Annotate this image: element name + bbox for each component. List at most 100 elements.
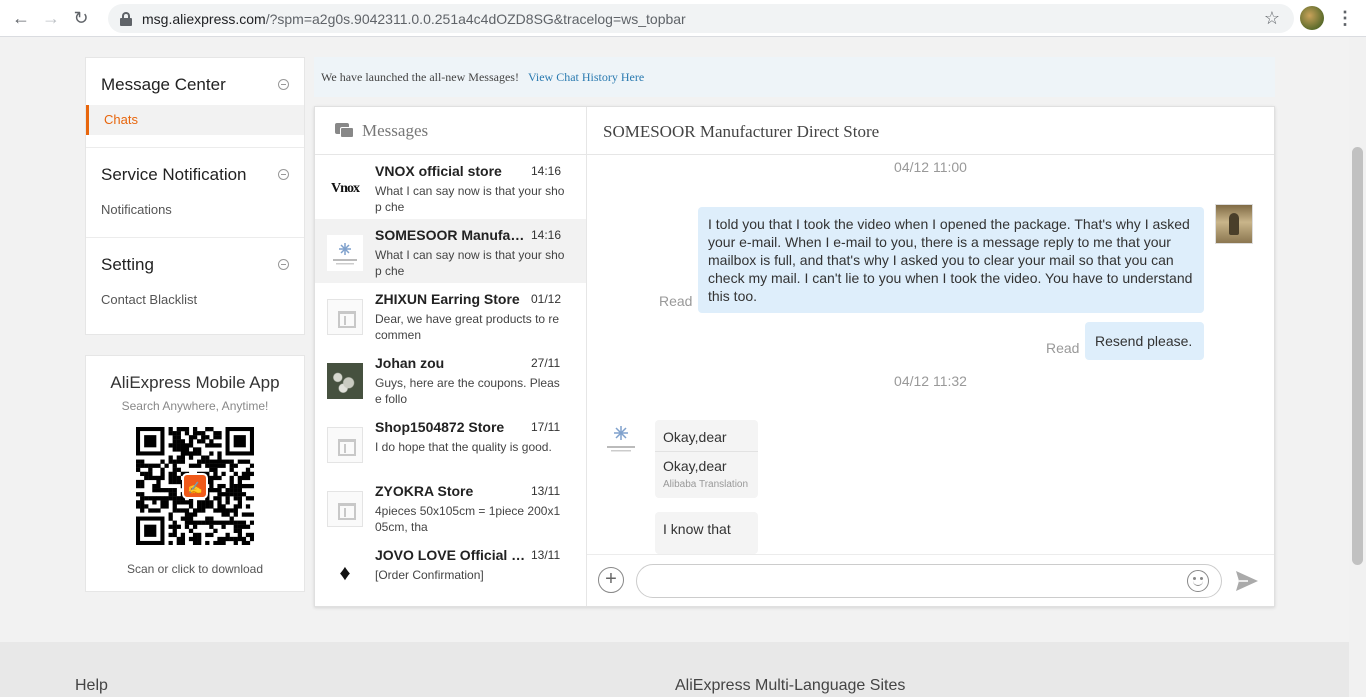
collapse-icon[interactable] [278, 259, 289, 270]
page-footer: Help AliExpress Multi-Language Sites [0, 642, 1349, 697]
address-bar[interactable]: msg.aliexpress.com/?spm=a2g0s.9042311.0.… [108, 4, 1294, 33]
vnox-logo-icon: Vnox [331, 181, 360, 196]
conversation-time: 01/12 [531, 292, 562, 306]
conversation-preview: What I can say now is that your shop che [375, 184, 565, 214]
conversation-name: ZYOKRA Store [375, 483, 474, 499]
conversation-item-jovo-love[interactable]: ♦ JOVO LOVE Official Store 13/11 [Order … [315, 539, 586, 603]
sidebar-section-title: Setting [101, 255, 154, 274]
somesoor-logo-graphic [327, 235, 363, 271]
somesoor-logo-icon [327, 235, 363, 271]
back-arrow-icon[interactable]: ← [6, 3, 36, 33]
conversation-name: Shop1504872 Store [375, 419, 505, 435]
conversation-list: Messages Vnox VNOX official store 14:16 … [315, 107, 587, 606]
conversation-item-zhixun[interactable]: ZHIXUN Earring Store 01/12 Dear, we have… [315, 283, 586, 347]
qr-code[interactable]: ✍ [136, 427, 254, 545]
sidebar-item-contact-blacklist[interactable]: Contact Blacklist [86, 285, 304, 315]
incoming-message[interactable]: Okay,dear Okay,dear Alibaba Translation [655, 420, 758, 498]
divider [655, 451, 758, 452]
message-text: I know that [663, 521, 731, 537]
conversation-time: 14:16 [531, 228, 562, 242]
app-promo-subtitle: Search Anywhere, Anytime! [121, 399, 269, 413]
conversation-item-zyokra[interactable]: ZYOKRA Store 13/11 4pieces 50x105cm = 1p… [315, 475, 586, 539]
conversation-name: JOVO LOVE Official Store [375, 547, 527, 563]
footer-help-heading: Help [75, 677, 108, 694]
chat-panel: Messages Vnox VNOX official store 14:16 … [314, 106, 1275, 607]
outgoing-message[interactable]: Resend please. [1085, 322, 1204, 360]
outgoing-message[interactable]: I told you that I took the video when I … [698, 207, 1204, 313]
message-composer: + [587, 554, 1274, 606]
conversation-preview: 4pieces 50x105cm = 1piece 200x105cm, tha [375, 504, 561, 534]
conversation-view: SOMESOOR Manufacturer Direct Store 04/12… [587, 107, 1274, 606]
conversation-preview: I do hope that the quality is good. [375, 440, 552, 454]
conversation-item-johan-zou[interactable]: Johan zou 27/11 Guys, here are the coupo… [315, 347, 586, 411]
conversation-preview: [Order Confirmation] [375, 568, 484, 582]
conversation-time: 17/11 [531, 420, 561, 434]
view-chat-history-link[interactable]: View Chat History Here [528, 70, 644, 85]
url-text: msg.aliexpress.com/?spm=a2g0s.9042311.0.… [142, 10, 686, 27]
store-icon [327, 299, 363, 335]
incoming-message[interactable]: I know that [655, 512, 758, 554]
sidebar-section-title: Service Notification [101, 165, 247, 184]
conversation-list-header: Messages [315, 107, 586, 155]
bookmark-star-icon[interactable]: ☆ [1264, 8, 1280, 29]
add-attachment-button[interactable]: + [598, 567, 624, 593]
message-timestamp: 04/12 11:32 [894, 373, 967, 389]
collapse-icon[interactable] [278, 79, 289, 90]
translation-label: Alibaba Translation [663, 479, 749, 490]
profile-avatar[interactable] [1300, 6, 1324, 30]
app-promo-title: AliExpress Mobile App [110, 373, 280, 392]
read-status: Read [1046, 340, 1080, 356]
sidebar-item-chats[interactable]: Chats [86, 105, 304, 135]
conversation-item-shop1504872[interactable]: Shop1504872 Store 17/11 I do hope that t… [315, 411, 586, 475]
sidebar-section-setting: Setting Contact Blacklist [86, 238, 304, 315]
conversation-preview: Dear, we have great products to recommen [375, 312, 560, 342]
sidebar-item-notifications[interactable]: Notifications [86, 195, 304, 225]
conversation-time: 27/11 [531, 356, 561, 370]
conversation-list-title: Messages [362, 120, 429, 140]
user-photo-avatar [327, 363, 363, 399]
banner-text: We have launched the all-new Messages! [321, 69, 519, 84]
message-timestamp: 04/12 11:00 [894, 159, 967, 175]
footer-languages-heading: AliExpress Multi-Language Sites [675, 677, 906, 694]
lock-icon [120, 11, 132, 26]
page-scrollbar[interactable] [1349, 37, 1366, 697]
messages-icon [335, 122, 355, 139]
jovo-logo-icon: ♦ [339, 560, 351, 585]
my-avatar [1215, 204, 1253, 244]
app-download-hint[interactable]: Scan or click to download [86, 562, 304, 576]
conversation-preview: Guys, here are the coupons. Please follo [375, 376, 560, 406]
scrollbar-thumb[interactable] [1352, 147, 1363, 565]
conversation-item-somesoor[interactable]: SOMESOOR Manufacturer Direct Store 14:16… [315, 219, 586, 283]
conversation-name: SOMESOOR Manufacturer Direct Store [375, 227, 527, 243]
conversation-name: VNOX official store [375, 163, 502, 179]
conversation-time: 13/11 [531, 548, 561, 562]
sidebar-section-message-center: Message Center Chats [86, 58, 304, 135]
browser-toolbar: ← → ↻ msg.aliexpress.com/?spm=a2g0s.9042… [0, 0, 1366, 37]
browser-menu-icon[interactable]: ⋮ [1336, 6, 1354, 30]
read-status: Read [659, 293, 693, 309]
sidebar-nav: Message Center Chats Service Notificatio… [85, 57, 305, 335]
conversation-time: 13/11 [531, 484, 561, 498]
conversation-name: ZHIXUN Earring Store [375, 291, 520, 307]
app-promo-card[interactable]: AliExpress Mobile App Search Anywhere, A… [85, 355, 305, 592]
emoji-icon[interactable] [1187, 570, 1209, 592]
conversation-time: 14:16 [531, 164, 562, 178]
sidebar-section-service-notification: Service Notification Notifications [86, 148, 304, 225]
message-input[interactable] [636, 564, 1222, 598]
send-icon[interactable] [1235, 570, 1259, 592]
collapse-icon[interactable] [278, 169, 289, 180]
somesoor-logo-icon [607, 426, 635, 452]
sidebar-section-title: Message Center [101, 75, 226, 94]
message-original-text: Okay,dear [663, 429, 727, 445]
store-icon [327, 491, 363, 527]
store-icon [327, 427, 363, 463]
conversation-item-vnox[interactable]: Vnox VNOX official store 14:16 What I ca… [315, 155, 586, 219]
new-messages-banner: We have launched the all-new Messages! V… [314, 57, 1275, 97]
aliexpress-app-logo-icon: ✍ [182, 473, 208, 499]
reload-icon[interactable]: ↻ [66, 3, 96, 33]
conversation-title: SOMESOOR Manufacturer Direct Store [587, 107, 1274, 155]
conversation-preview: What I can say now is that your shop che [375, 248, 565, 278]
forward-arrow-icon[interactable]: → [36, 3, 66, 33]
conversation-name: Johan zou [375, 355, 445, 371]
message-translated-text: Okay,dear [663, 458, 727, 474]
